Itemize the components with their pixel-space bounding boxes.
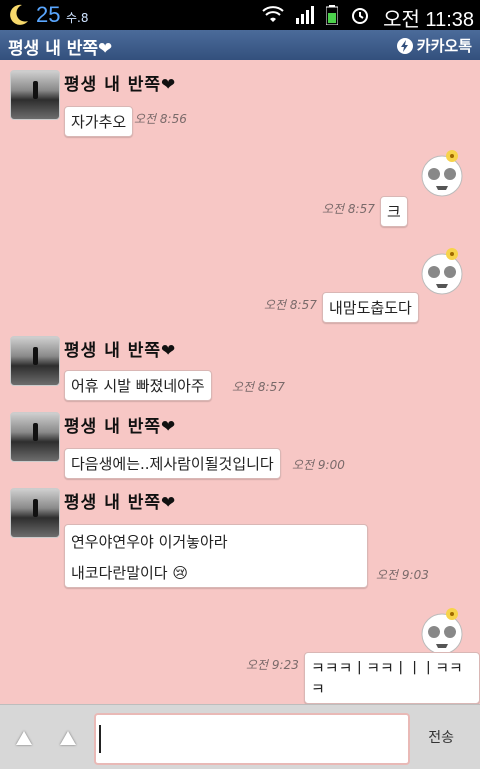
message-time: 오전 8:57	[264, 298, 317, 312]
message-bubble[interactable]: 크	[380, 196, 408, 227]
signal-icon	[296, 6, 314, 24]
avatar[interactable]	[10, 336, 60, 386]
avatar[interactable]	[10, 412, 60, 462]
sender-name: 평생 내 반쪽❤	[64, 75, 177, 95]
avatar[interactable]	[10, 488, 60, 538]
battery-icon	[326, 5, 338, 25]
chat-header: 평생 내 반쪽❤ 카카오톡	[0, 30, 480, 60]
face-avatar-icon	[421, 608, 463, 655]
emoticon-toggle-icon[interactable]	[16, 731, 32, 745]
message-line: 연우야연우야 이거놓아라	[71, 533, 228, 551]
sender-name: 평생 내 반쪽❤	[64, 493, 177, 513]
face-avatar-icon	[421, 150, 463, 197]
day-label: 수.8	[66, 11, 89, 25]
message-line: 내코다란말이다 😢	[71, 564, 189, 582]
alarm-icon	[352, 8, 368, 24]
message-bubble[interactable]: ㅋㅋㅋㅣㅋㅋㅣㅣㅣㅋㅋㅋ	[304, 652, 480, 704]
message-bubble[interactable]: 내맘도춥도다	[322, 292, 419, 323]
face-avatar-icon	[421, 248, 463, 295]
kakaotalk-bolt-icon	[396, 37, 413, 54]
send-button[interactable]: 전송	[428, 727, 454, 747]
message-time: 오전 8:57	[322, 202, 375, 216]
message-bubble[interactable]: 어휴 시발 빠졌네아주	[64, 370, 212, 401]
sender-name: 평생 내 반쪽❤	[64, 417, 177, 437]
chat-title: 평생 내 반쪽❤	[8, 39, 113, 59]
kakaotalk-brand[interactable]: 카카오톡	[396, 35, 472, 56]
sender-name: 평생 내 반쪽❤	[64, 341, 177, 361]
message-bubble[interactable]: 다음생에는..제사람이될것입니다	[64, 448, 281, 479]
message-time: 오전 9:00	[292, 458, 345, 472]
message-input[interactable]	[94, 713, 410, 765]
message-time: 오전 9:03	[376, 568, 429, 582]
text-cursor	[99, 725, 101, 753]
status-bar: 25 수.8 오전 11:38	[0, 0, 480, 31]
avatar[interactable]	[10, 70, 60, 120]
message-bubble[interactable]: 연우야연우야 이거놓아라 내코다란말이다 😢	[64, 524, 368, 588]
message-bubble[interactable]: 자가추오	[64, 106, 134, 137]
moon-icon	[10, 4, 28, 25]
message-time: 오전 9:23	[246, 658, 299, 672]
wifi-icon	[262, 6, 284, 22]
temperature: 25	[36, 2, 61, 27]
message-time: 오전 8:57	[232, 380, 285, 394]
plus-menu-icon[interactable]	[60, 731, 76, 745]
message-input-bar: 전송	[0, 704, 480, 769]
message-time: 오전 8:56	[134, 112, 187, 126]
clock: 오전 11:38	[383, 9, 474, 31]
brand-label: 카카오톡	[416, 37, 472, 55]
